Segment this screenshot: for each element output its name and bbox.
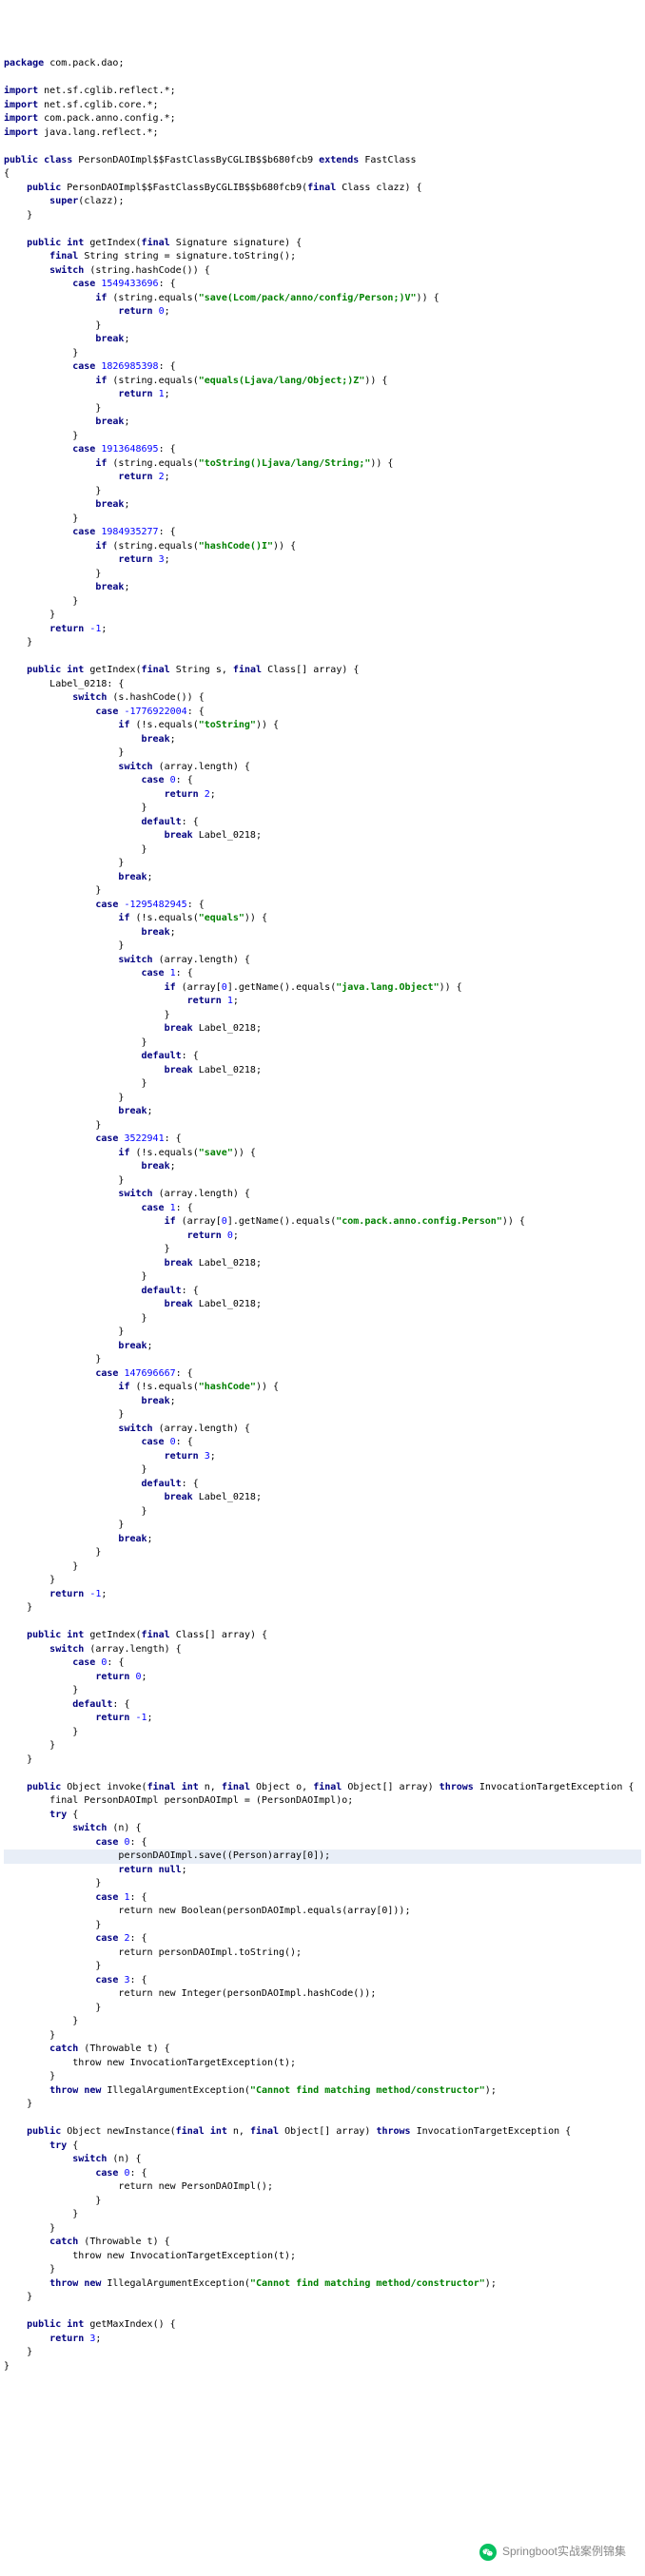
watermark: Springboot实战案例锦集: [472, 2540, 634, 2565]
code-block: package com.pack.dao; import net.sf.cgli…: [4, 57, 641, 2373]
wechat-icon: [479, 2544, 497, 2561]
watermark-text: Springboot实战案例锦集: [502, 2544, 626, 2560]
